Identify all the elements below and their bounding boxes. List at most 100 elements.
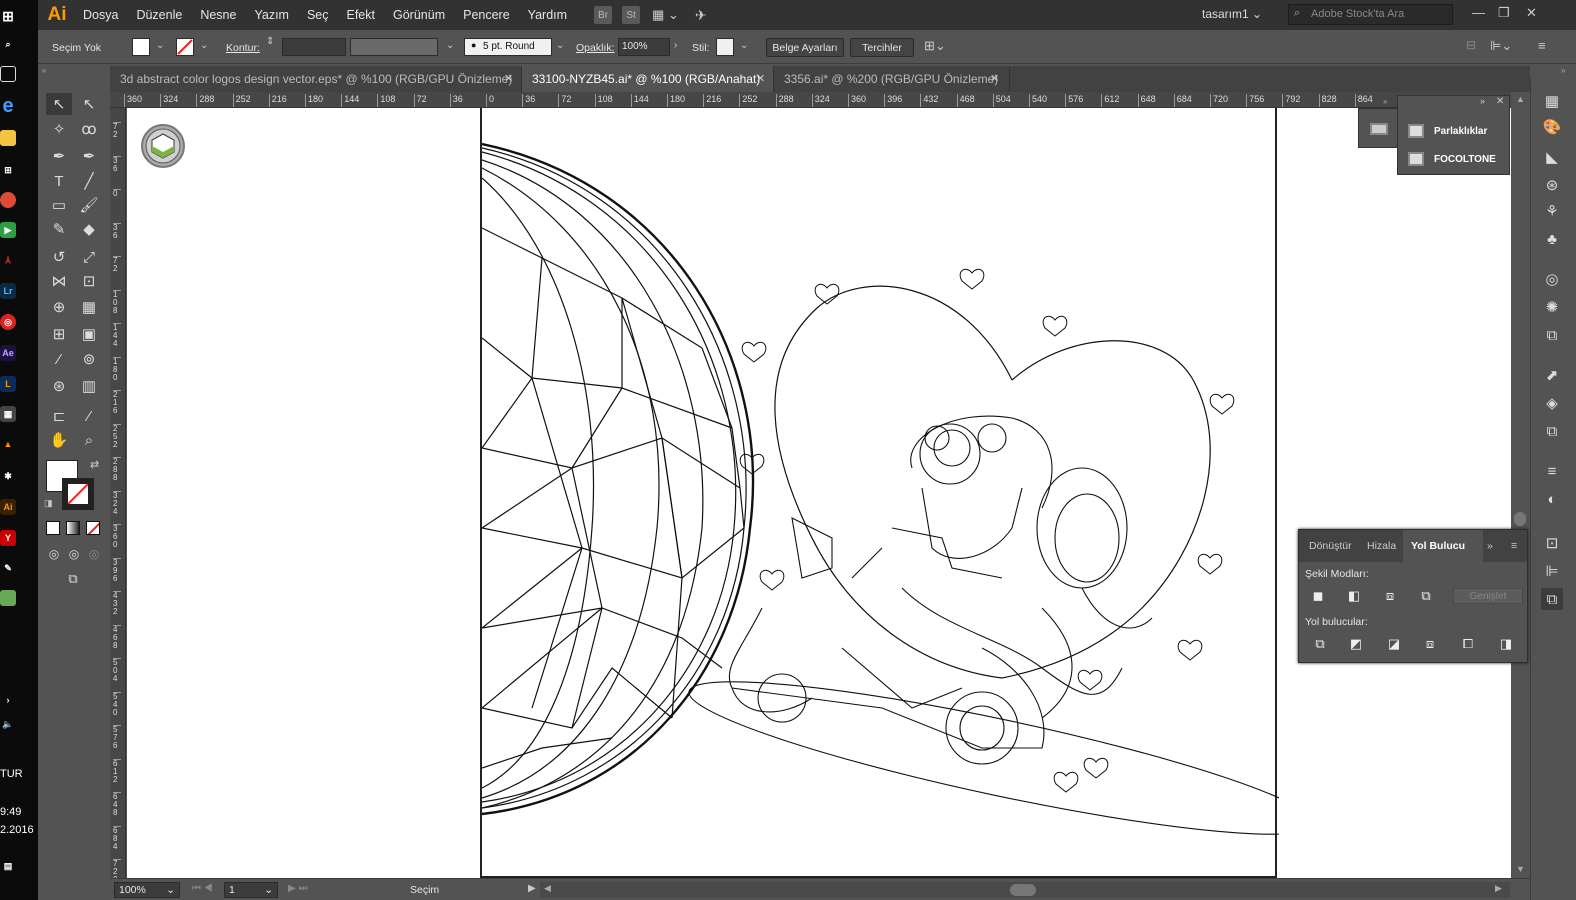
column-graph-tool-icon[interactable]: ▥ — [76, 375, 102, 397]
status-menu-icon[interactable]: ▶ — [528, 883, 536, 894]
panel-menu-icon[interactable]: ≡ — [1511, 540, 1517, 552]
stroke-label[interactable]: Kontur: — [226, 42, 260, 54]
appearance-panel-icon[interactable]: ⊛ — [1541, 174, 1563, 196]
asset-export-icon[interactable]: ⧉ — [1541, 324, 1563, 346]
swatch-library-parlakliklar[interactable]: Parlaklıklar — [1408, 122, 1487, 140]
artboards-panel-icon[interactable]: ⧉ — [1541, 420, 1563, 442]
stroke-weight-input[interactable] — [282, 38, 346, 56]
fill-swatch[interactable] — [132, 38, 150, 56]
scroll-left-icon[interactable]: ◀ — [544, 883, 551, 894]
zoom-tool-icon[interactable]: ⌕ — [76, 429, 102, 451]
unite-icon[interactable]: ◼ — [1309, 588, 1327, 604]
scroll-up-icon[interactable]: ▲ — [1516, 94, 1525, 104]
close-icon[interactable]: ✕ — [990, 72, 999, 85]
mesh-tool-icon[interactable]: ⊞ — [46, 323, 72, 345]
outline-icon[interactable]: ⧠ — [1459, 636, 1477, 652]
default-colors-icon[interactable]: ◨ — [44, 498, 56, 510]
panel-options-icon[interactable]: ⊫⌄ — [1490, 38, 1512, 54]
curvature-tool-icon[interactable]: ✒ — [76, 145, 102, 167]
color-mode-icon[interactable] — [46, 521, 60, 535]
calculator-icon[interactable]: ▦ — [0, 406, 16, 422]
gradient-tool-icon[interactable]: ▣ — [76, 323, 102, 345]
slice-tool-icon[interactable]: ⁄ — [76, 405, 102, 427]
transparency-panel-icon[interactable]: ◐ — [1541, 488, 1563, 510]
symbol-sprayer-tool-icon[interactable]: ⊛ — [46, 375, 72, 397]
preferences-button[interactable]: Tercihler — [850, 38, 914, 57]
scroll-thumb[interactable] — [1514, 512, 1526, 526]
artboard-tool-icon[interactable]: ⊏ — [46, 405, 72, 427]
stock-search-input[interactable]: ⌕ Adobe Stock'ta Ara — [1288, 4, 1453, 25]
screen-mode-icon[interactable]: ⧉ — [60, 568, 86, 590]
minus-back-icon[interactable]: ◨ — [1497, 636, 1515, 652]
vlc-icon[interactable]: ▲ — [0, 436, 16, 452]
chevron-up-icon[interactable]: › — [0, 692, 16, 708]
trim-icon[interactable]: ◩ — [1347, 636, 1365, 652]
creative-cloud-icon[interactable]: ◎ — [0, 314, 16, 330]
draw-inside-icon[interactable]: ◎ — [81, 543, 107, 565]
language-indicator[interactable]: TUR — [0, 768, 23, 780]
swap-colors-icon[interactable]: ⇄ — [90, 458, 99, 471]
clock-date[interactable]: 2.2016 — [0, 824, 34, 836]
line-tool-icon[interactable]: ╱ — [76, 170, 102, 192]
chevron-down-icon[interactable]: ⌄ — [446, 40, 454, 51]
gradient-panel-icon[interactable]: ◣ — [1541, 146, 1563, 168]
symbols-panel-icon[interactable]: ♣ — [1541, 228, 1563, 250]
close-icon[interactable]: ✕ — [1526, 5, 1537, 21]
menu-effect[interactable]: Efekt — [338, 0, 385, 30]
arrange-documents-icon[interactable]: ▦ ⌄ — [652, 7, 679, 23]
document-setup-button[interactable]: Belge Ayarları — [766, 38, 844, 57]
tray-icon[interactable] — [0, 590, 16, 606]
paint-icon[interactable]: ✎ — [0, 560, 16, 576]
tab-33100-nyzb45[interactable]: 33100-NYZB45.ai* @ %100 (RGB/Anahat) ✕ — [522, 66, 774, 92]
restore-icon[interactable]: ❐ — [1498, 5, 1510, 21]
tab-align[interactable]: Hizala — [1367, 540, 1396, 552]
eraser-tool-icon[interactable]: ◆ — [76, 218, 102, 240]
chevron-right-icon[interactable]: › — [674, 40, 677, 51]
chrome-icon[interactable] — [0, 192, 16, 208]
brush-definition[interactable]: ● 5 pt. Round — [464, 38, 552, 56]
tab-transform[interactable]: Dönüştür — [1309, 540, 1352, 552]
transform-options-icon[interactable]: ⊞⌄ — [924, 38, 946, 54]
close-icon[interactable]: ✕ — [756, 72, 765, 85]
align-options-icon[interactable]: ⊟ — [1466, 38, 1476, 52]
panel-collapse-icon[interactable]: » — [1487, 540, 1493, 552]
canvas-area[interactable] — [127, 108, 1511, 878]
stroke-stepper-icon[interactable]: ⇕ — [266, 36, 274, 47]
game-icon[interactable]: ✱ — [0, 468, 16, 484]
scroll-down-icon[interactable]: ▼ — [1516, 864, 1525, 874]
magic-wand-tool-icon[interactable]: ✧ — [46, 118, 72, 140]
current-tool-status[interactable]: Seçim — [410, 884, 439, 896]
exclude-icon[interactable]: ⧉ — [1417, 588, 1435, 604]
minus-front-icon[interactable]: ◧ — [1345, 588, 1363, 604]
artboard-navigator[interactable]: 1 ⌄ — [224, 882, 278, 898]
variable-width-profile[interactable] — [350, 38, 438, 56]
collapsed-swatch-panel[interactable]: » — [1358, 97, 1398, 148]
menu-object[interactable]: Nesne — [191, 0, 245, 30]
expand-panels-icon[interactable]: » — [1561, 66, 1565, 75]
pen-tool-icon[interactable]: ✒ — [46, 145, 72, 167]
perspective-grid-tool-icon[interactable]: ▦ — [76, 296, 102, 318]
tab-pathfinder[interactable]: Yol Bulucu — [1411, 540, 1465, 552]
lasso-tool-icon[interactable]: ꝏ — [76, 118, 102, 140]
menu-select[interactable]: Seç — [298, 0, 338, 30]
edge-icon[interactable]: e — [0, 95, 16, 117]
export-icon[interactable]: ⬈ — [1541, 364, 1563, 386]
menu-edit[interactable]: Düzenle — [127, 0, 191, 30]
stroke-color-swatch[interactable] — [62, 478, 94, 510]
expand-button[interactable]: Genişlet — [1453, 588, 1523, 604]
menu-icon[interactable]: ≡ — [1538, 38, 1546, 53]
gpu-performance-icon[interactable]: ✈ — [695, 7, 707, 24]
volume-icon[interactable]: 🔈 — [0, 716, 16, 732]
horizontal-ruler[interactable]: 360 324 288 252 216 180 144 108 72 36 0 36 72 108 144 1… — [110, 92, 1530, 108]
blend-tool-icon[interactable]: ⊚ — [76, 348, 102, 370]
h-scroll-thumb[interactable] — [1010, 884, 1036, 896]
menu-view[interactable]: Görünüm — [384, 0, 454, 30]
menu-file[interactable]: Dosya — [74, 0, 127, 30]
stroke-panel-icon[interactable]: ≡ — [1541, 460, 1563, 482]
graphic-styles-icon[interactable]: ✺ — [1541, 296, 1563, 318]
illustrator-icon[interactable]: L — [0, 376, 16, 392]
swatch-library-focoltone[interactable]: FOCOLTONE — [1408, 150, 1496, 168]
artboard-first-prev-icons[interactable]: ⏮ ◀ — [192, 883, 213, 894]
brushes-panel-icon[interactable]: ⚘ — [1541, 200, 1563, 222]
menu-help[interactable]: Yardım — [519, 0, 576, 30]
